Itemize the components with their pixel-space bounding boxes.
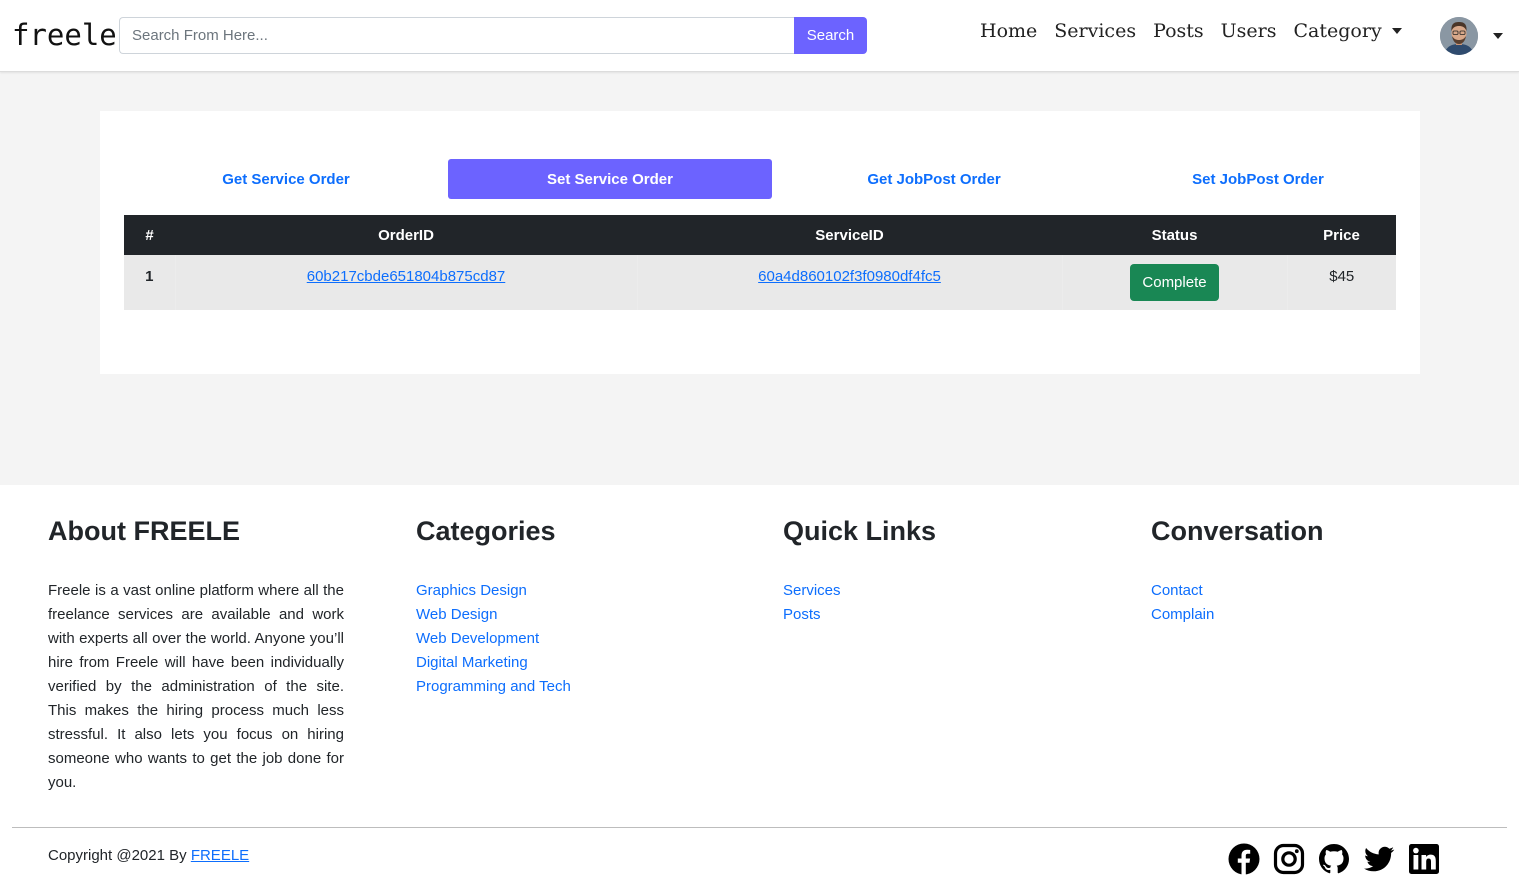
brand-logo[interactable]: freele	[12, 18, 117, 52]
order-tabs: Get Service Order Set Service Order Get …	[124, 159, 1420, 199]
table-header-row: # OrderID ServiceID Status Price	[124, 215, 1396, 255]
footer-link-graphics-design[interactable]: Graphics Design	[416, 582, 527, 599]
footer-conversation-title: Conversation	[1151, 516, 1324, 546]
tab-set-jobpost-order[interactable]: Set JobPost Order	[1096, 159, 1420, 199]
footer-about-text: Freele is a vast online platform where a…	[48, 582, 344, 791]
column-header-status: Status	[1062, 215, 1287, 255]
footer-link-web-design[interactable]: Web Design	[416, 606, 497, 623]
footer-categories: Categories Graphics Design Web Design We…	[416, 516, 571, 699]
nav-link-home[interactable]: Home	[980, 20, 1037, 42]
footer-link-services[interactable]: Services	[783, 582, 841, 599]
search-form: Search	[119, 17, 867, 54]
navbar: freele Search Home Services Posts Users …	[0, 0, 1519, 72]
footer-conversation: Conversation Contact Complain	[1151, 516, 1324, 627]
footer-link-contact[interactable]: Contact	[1151, 582, 1203, 599]
footer-divider	[12, 827, 1507, 828]
price-cell: $45	[1287, 255, 1396, 310]
nav-link-posts[interactable]: Posts	[1153, 20, 1204, 42]
footer-link-programming-and-tech[interactable]: Programming and Tech	[416, 678, 571, 695]
footer-quick-links-title: Quick Links	[783, 516, 937, 546]
footer: About FREELE Freele is a vast online pla…	[0, 485, 1519, 887]
table-row: 1 60b217cbde651804b875cd87 60a4d860102f3…	[124, 255, 1396, 310]
column-header-order-id: OrderID	[175, 215, 637, 255]
user-menu[interactable]	[1440, 17, 1503, 55]
footer-link-posts[interactable]: Posts	[783, 606, 821, 623]
footer-link-web-development[interactable]: Web Development	[416, 630, 539, 647]
column-header-service-id: ServiceID	[637, 215, 1062, 255]
copyright-text: Copyright @2021 By	[48, 847, 191, 864]
tab-get-service-order[interactable]: Get Service Order	[124, 159, 448, 199]
copyright-link[interactable]: FREELE	[191, 847, 249, 864]
social-links	[1228, 843, 1440, 875]
service-id-cell: 60a4d860102f3f0980df4fc5	[637, 255, 1063, 310]
footer-about-title: About FREELE	[48, 516, 240, 546]
service-id-link[interactable]: 60a4d860102f3f0980df4fc5	[758, 268, 941, 285]
order-id-cell: 60b217cbde651804b875cd87	[175, 255, 638, 310]
category-dropdown[interactable]: Category	[1294, 20, 1402, 42]
search-button[interactable]: Search	[794, 17, 867, 54]
nav-menu: Home Services Posts Users Category	[980, 20, 1419, 42]
column-header-price: Price	[1287, 215, 1396, 255]
row-number: 1	[124, 255, 176, 310]
facebook-icon[interactable]	[1228, 843, 1260, 875]
footer-link-digital-marketing[interactable]: Digital Marketing	[416, 654, 528, 671]
search-input[interactable]	[119, 17, 794, 54]
github-icon[interactable]	[1318, 843, 1350, 875]
category-dropdown-label: Category	[1293, 20, 1382, 42]
chevron-down-icon[interactable]	[1493, 33, 1503, 39]
footer-categories-title: Categories	[416, 516, 556, 546]
footer-quick-links: Quick Links Services Posts	[783, 516, 936, 627]
nav-link-services[interactable]: Services	[1054, 20, 1136, 42]
orders-card: Get Service Order Set Service Order Get …	[100, 111, 1420, 374]
twitter-icon[interactable]	[1363, 843, 1395, 875]
order-id-link[interactable]: 60b217cbde651804b875cd87	[307, 268, 506, 285]
footer-link-complain[interactable]: Complain	[1151, 606, 1214, 623]
linkedin-icon[interactable]	[1408, 843, 1440, 875]
status-cell: Complete	[1062, 255, 1288, 310]
footer-about: About FREELE Freele is a vast online pla…	[48, 516, 344, 795]
column-header-number: #	[124, 215, 175, 255]
tab-get-jobpost-order[interactable]: Get JobPost Order	[772, 159, 1096, 199]
avatar[interactable]	[1440, 17, 1478, 55]
tab-set-service-order[interactable]: Set Service Order	[448, 159, 772, 199]
copyright: Copyright @2021 By FREELE	[48, 847, 249, 864]
chevron-down-icon	[1391, 28, 1402, 34]
instagram-icon[interactable]	[1273, 843, 1305, 875]
orders-table: # OrderID ServiceID Status Price 1 60b21…	[124, 215, 1396, 310]
user-avatar-icon	[1440, 17, 1478, 55]
nav-link-users[interactable]: Users	[1221, 20, 1277, 42]
status-badge[interactable]: Complete	[1130, 264, 1219, 301]
